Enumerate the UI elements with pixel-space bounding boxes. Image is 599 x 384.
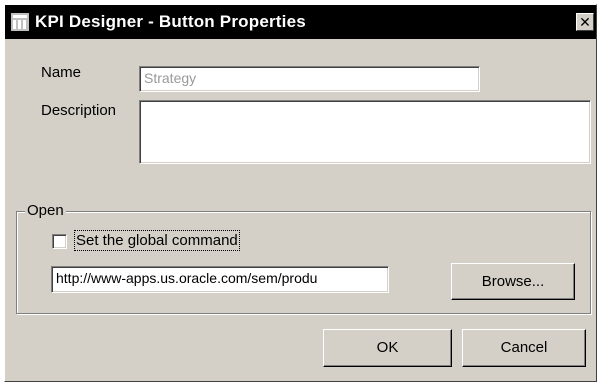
- close-icon: ✕: [579, 14, 591, 30]
- global-command-checkbox[interactable]: [52, 234, 67, 249]
- global-command-label[interactable]: Set the global command: [74, 230, 240, 251]
- name-label: Name: [41, 64, 82, 81]
- url-input[interactable]: http://www-apps.us.oracle.com/sem/produ: [51, 266, 389, 293]
- open-groupbox: Open Set the global command http://www-a…: [16, 202, 591, 314]
- open-group-legend: Open: [25, 202, 66, 219]
- close-button[interactable]: ✕: [576, 13, 594, 31]
- name-field[interactable]: Strategy: [139, 66, 480, 92]
- description-label: Description: [41, 102, 117, 119]
- ok-button[interactable]: OK: [323, 329, 452, 367]
- kpi-designer-app-icon: [11, 13, 29, 31]
- title-bar[interactable]: KPI Designer - Button Properties ✕: [5, 5, 596, 39]
- browse-button[interactable]: Browse...: [451, 263, 575, 300]
- window-title: KPI Designer - Button Properties: [35, 12, 306, 31]
- description-field[interactable]: [139, 100, 591, 164]
- button-properties-dialog: KPI Designer - Button Properties ✕ Name …: [4, 4, 597, 382]
- cancel-button[interactable]: Cancel: [462, 329, 586, 367]
